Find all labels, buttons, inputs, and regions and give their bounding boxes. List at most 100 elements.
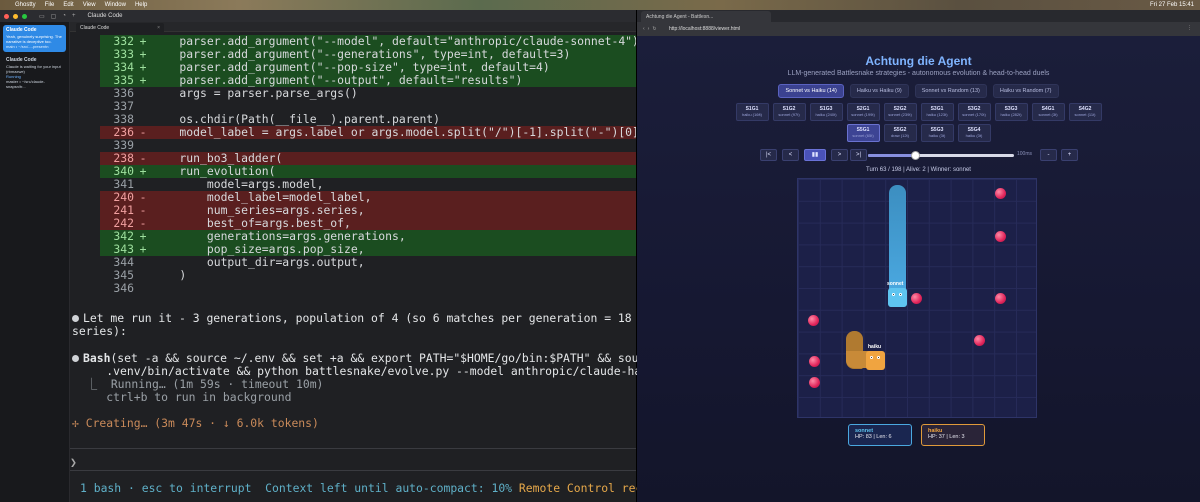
series-button-s1g2[interactable]: S1G2 sonnet (97t) (772, 103, 806, 121)
sonnet-snake-body (889, 185, 906, 293)
code-text: model_label=model_label, (152, 191, 372, 204)
diff-marker: - (139, 152, 147, 165)
diff-line: 334 + parser.add_argument("--pop-size", t… (100, 61, 636, 74)
tab-haiku-vs-haiku[interactable]: Haiku vs Haiku (9) (849, 84, 909, 98)
status-text: 1 bash · esc to interrupt Context left u… (80, 481, 519, 495)
series-result: haiku (240t) (815, 112, 837, 117)
series-button-s2g1[interactable]: S2G1 sonnet (199t) (846, 103, 880, 121)
prev-turn-button[interactable]: < (782, 149, 799, 161)
diff-line: 240- model_label=model_label, (100, 191, 636, 204)
code-text: run_bo3_ladder( (152, 152, 283, 165)
diff-marker (134, 113, 152, 126)
line-number: 241 (113, 204, 134, 217)
close-window-button[interactable] (4, 13, 9, 19)
diff-marker: - (139, 191, 147, 204)
bell-icon[interactable]: ◔ (62, 13, 66, 20)
code-text: args = parser.parse_args() (152, 87, 358, 100)
sonnet-snake-label: sonnet (887, 281, 904, 287)
series-result: haiku (3t) (928, 133, 946, 138)
series-selector: S1G1 haiku (16ft) S1G2 sonnet (97t) S1G3 haik… (637, 103, 1200, 145)
menu-window[interactable]: Window (105, 2, 126, 8)
window-title: Claude Code (87, 13, 123, 19)
line-number: 340 (113, 165, 134, 178)
series-button-s4g1[interactable]: S4G1 sonnet (3t) (1031, 103, 1065, 121)
next-turn-button[interactable]: > (831, 149, 848, 161)
page-subtitle: LLM-generated Battlesnake strategies - a… (787, 70, 1050, 77)
code-text: parser.add_argument("--pop-size", type=i… (152, 61, 550, 74)
last-turn-button[interactable]: >| (850, 149, 867, 161)
diff-line: 344 output_dir=args.output, (100, 256, 636, 269)
browser-menu-icon[interactable]: ⋮ (1187, 25, 1192, 31)
terminal-tab[interactable]: Claude Code × (76, 23, 164, 32)
nav-buttons[interactable]: ‹›↻ (643, 26, 660, 32)
line-number: 332 (113, 35, 134, 48)
close-tab-icon[interactable]: × (157, 25, 160, 31)
url-field[interactable]: http://localhost:8888/viewer.html (669, 26, 740, 32)
tab-sonnet-vs-random[interactable]: Sonnet vs Random (13) (914, 84, 987, 98)
line-number: 337 (113, 100, 134, 113)
line-number: 240 (113, 191, 134, 204)
code-text: output_dir=args.output, (152, 256, 365, 269)
series-button-s5g4[interactable]: S5G4 haiku (3t) (957, 124, 991, 142)
series-button-s3g2[interactable]: S3G2 sonnet (170t) (957, 103, 991, 121)
code-text: pop_size=args.pop_size, (152, 243, 365, 256)
series-button-s3g3[interactable]: S3G3 haiku (282t) (994, 103, 1028, 121)
pause-button[interactable]: ▮▮ (804, 149, 826, 161)
tab-sonnet-vs-haiku[interactable]: Sonnet vs Haiku (14) (778, 84, 844, 98)
terminal-output[interactable]: 332 + parser.add_argument("--model", defa… (70, 32, 704, 502)
sessions-sidebar: Claude Code Yeah, genuinely surprising. … (0, 22, 70, 502)
browser-window: Achtung die Agent - Battlesn... ‹›↻ http… (637, 10, 1200, 502)
series-button-s5g1[interactable]: S5G1 sonnet (65t) (846, 124, 880, 142)
player-card-sonnet: sonnet HP: 83 | Len: 6 (848, 424, 912, 446)
series-result: sonnet (170t) (962, 112, 986, 117)
diff-marker (134, 139, 152, 152)
series-button-s2g2[interactable]: S2G2 sonnet (239t) (883, 103, 917, 121)
series-button-s5g2[interactable]: S5G2 draw (12t) (883, 124, 917, 142)
speed-plus-button[interactable]: + (1061, 149, 1078, 161)
diff-marker: + (139, 230, 147, 243)
menu-app[interactable]: Ghostty (15, 2, 36, 8)
game-board: sonnet haiku (797, 178, 1037, 418)
menu-file[interactable]: File (45, 2, 55, 8)
menubar-clock[interactable]: Fri 27 Feb 15:41 (1150, 2, 1194, 8)
claude-code-window: ▭ ▢ ◔ + Claude Code Claude Code Yeah, ge… (0, 10, 704, 502)
menu-edit[interactable]: Edit (63, 2, 73, 8)
diff-marker: + (139, 243, 147, 256)
series-button-s5g3[interactable]: S5G3 haiku (3t) (920, 124, 954, 142)
turn-slider-thumb[interactable] (910, 151, 920, 160)
sidebar-toggle-icon[interactable]: ▭ (39, 13, 45, 20)
terminal-icon[interactable]: ▢ (51, 13, 57, 20)
series-button-s3g1[interactable]: S3G1 haiku (123t) (920, 103, 954, 121)
haiku-snake-label: haiku (868, 344, 882, 350)
series-result: sonnet (199t) (851, 112, 875, 117)
menu-view[interactable]: View (83, 2, 96, 8)
series-result: haiku (123t) (926, 112, 948, 117)
diff-marker (134, 87, 152, 100)
snake-eye (899, 293, 902, 296)
line-number: 334 (113, 61, 134, 74)
player-stats: HP: 83 | Len: 6 (855, 434, 892, 440)
series-result: sonnet (97t) (778, 112, 800, 117)
minimize-window-button[interactable] (13, 13, 18, 19)
menu-help[interactable]: Help (135, 2, 147, 8)
series-result: haiku (16ft) (741, 112, 762, 117)
zoom-window-button[interactable] (22, 13, 27, 19)
series-button-s4g2[interactable]: S4G2 sonnet (11t) (1068, 103, 1102, 121)
code-text: model=args.model, (152, 178, 324, 191)
diff-line: 332 + parser.add_argument("--model", defa… (100, 35, 636, 48)
turn-slider-fill (868, 154, 915, 157)
line-number: 236 (113, 126, 134, 139)
diff-marker: - (139, 126, 147, 139)
series-button-s1g1[interactable]: S1G1 haiku (16ft) (735, 103, 769, 121)
turn-slider[interactable] (868, 151, 1014, 160)
series-button-s1g3[interactable]: S1G3 haiku (240t) (809, 103, 843, 121)
session-item[interactable]: Claude Code Yeah, genuinely surprising. … (3, 25, 66, 52)
tab-haiku-vs-random[interactable]: Haiku vs Random (7) (992, 84, 1059, 98)
first-turn-button[interactable]: |< (760, 149, 777, 161)
session-item[interactable]: Claude Code Claude is waiting for your i… (3, 55, 66, 92)
speed-minus-button[interactable]: - (1040, 149, 1057, 161)
prompt-input[interactable]: ❯ (70, 456, 630, 469)
series-result: sonnet (65t) (852, 133, 874, 138)
browser-tab[interactable]: Achtung die Agent - Battlesn... (641, 11, 771, 22)
new-tab-icon[interactable]: + (72, 13, 76, 20)
